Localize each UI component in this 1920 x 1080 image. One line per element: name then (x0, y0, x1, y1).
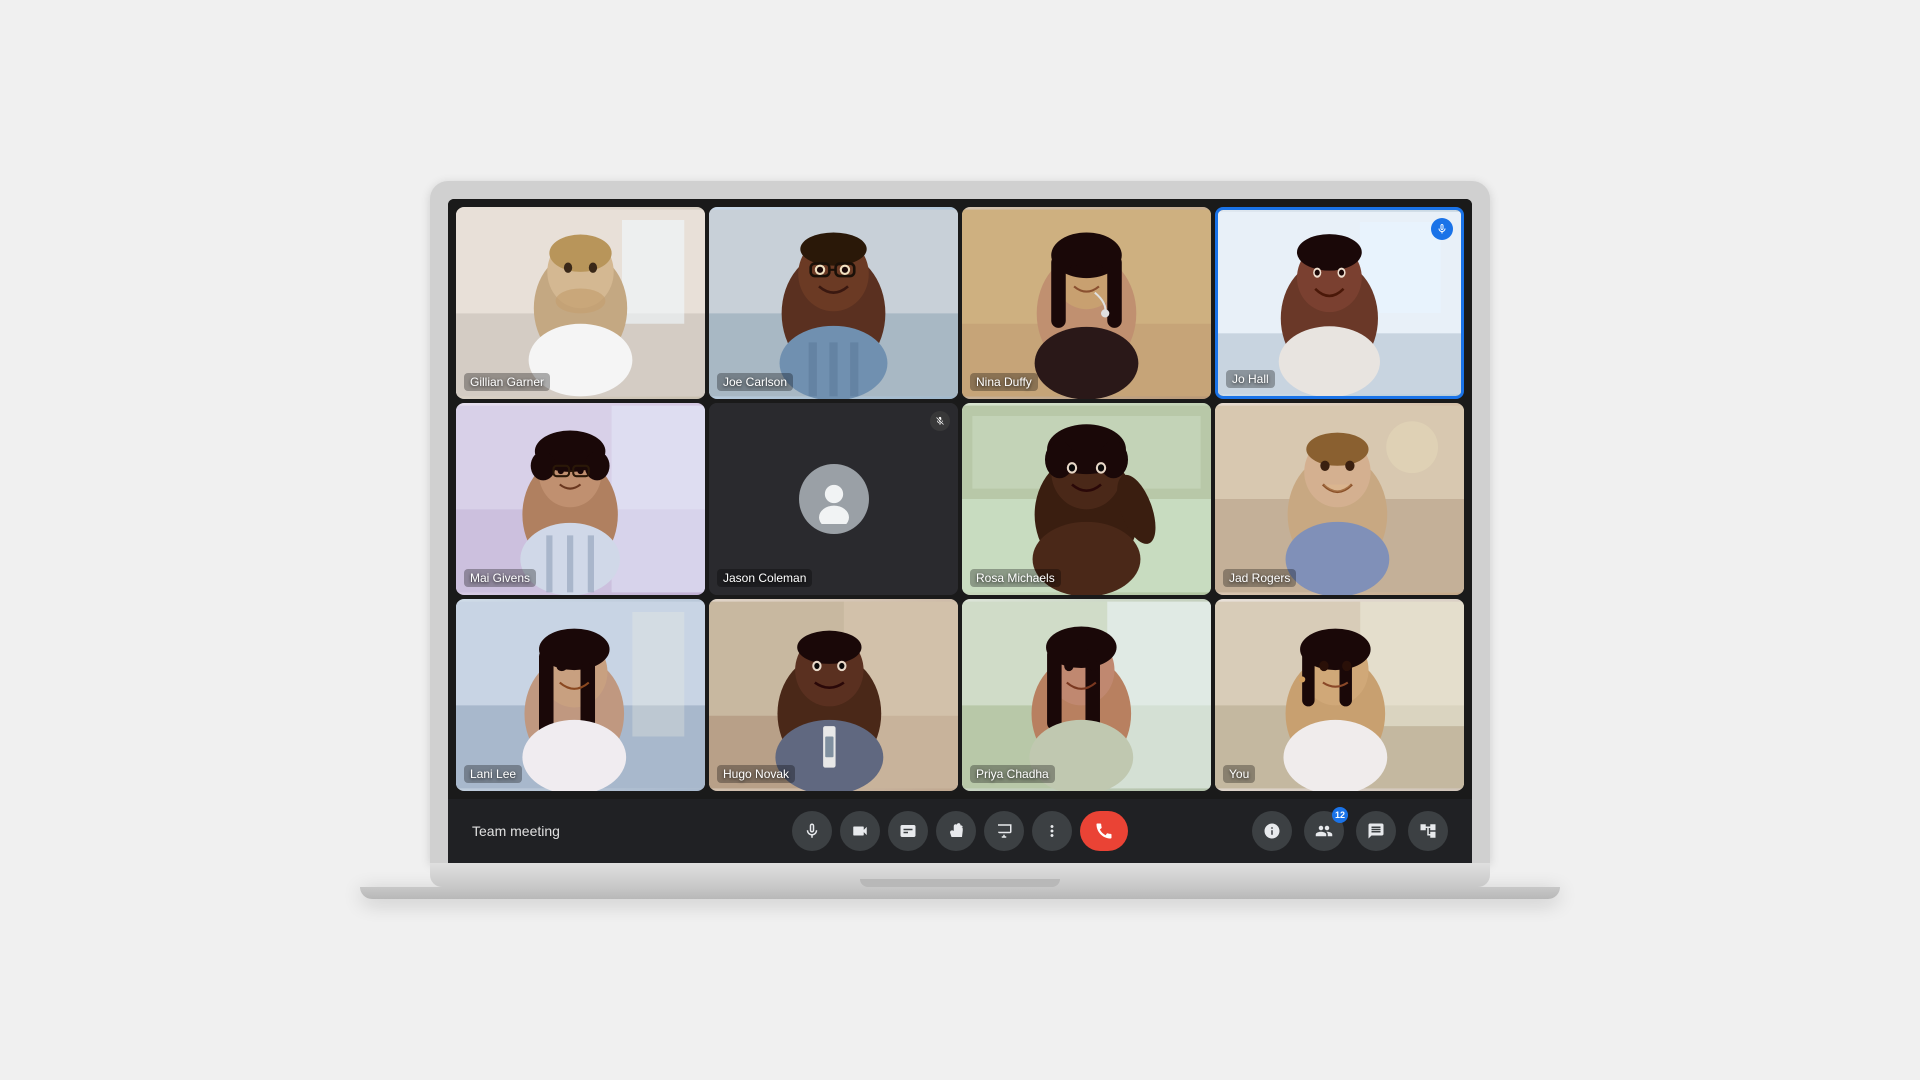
people-button[interactable]: 12 (1304, 811, 1344, 851)
muted-icon-jason (930, 411, 950, 431)
participant-name-priya: Priya Chadha (970, 765, 1055, 783)
activities-button[interactable] (1408, 811, 1448, 851)
avatar-jason (799, 464, 869, 534)
video-tile-mai: Mai Givens (456, 403, 705, 595)
video-tile-you: You (1215, 599, 1464, 791)
toolbar-controls (792, 811, 1128, 851)
laptop-base (430, 863, 1490, 887)
video-tile-priya: Priya Chadha (962, 599, 1211, 791)
participant-name-rosa: Rosa Michaels (970, 569, 1061, 587)
video-tile-rosa: Rosa Michaels (962, 403, 1211, 595)
camera-button[interactable] (840, 811, 880, 851)
laptop-frame: Gillian Garner (410, 181, 1510, 899)
participant-name-gillian: Gillian Garner (464, 373, 550, 391)
participant-video-jad (1215, 403, 1464, 595)
video-tile-jason: Jason Coleman (709, 403, 958, 595)
participant-name-you: You (1223, 765, 1255, 783)
participant-video-gillian (456, 207, 705, 399)
participant-name-mai: Mai Givens (464, 569, 536, 587)
participant-video-priya (962, 599, 1211, 791)
participant-video-joe (709, 207, 958, 399)
raise-hand-button[interactable] (936, 811, 976, 851)
participant-name-joe: Joe Carlson (717, 373, 793, 391)
captions-button[interactable] (888, 811, 928, 851)
info-button[interactable] (1252, 811, 1292, 851)
video-tile-jo: Jo Hall (1215, 207, 1464, 399)
participant-name-jad: Jad Rogers (1223, 569, 1296, 587)
video-tile-nina: Nina Duffy (962, 207, 1211, 399)
more-options-button[interactable] (1032, 811, 1072, 851)
laptop-foot (360, 887, 1560, 899)
video-grid: Gillian Garner (448, 199, 1472, 799)
laptop-screen-bezel: Gillian Garner (430, 181, 1490, 863)
mic-button[interactable] (792, 811, 832, 851)
video-tile-joe: Joe Carlson (709, 207, 958, 399)
participant-video-rosa (962, 403, 1211, 595)
participant-video-jo (1218, 210, 1461, 396)
participant-name-jason: Jason Coleman (717, 569, 812, 587)
chat-button[interactable] (1356, 811, 1396, 851)
toolbar-right-controls: 12 (1248, 811, 1448, 851)
end-call-button[interactable] (1080, 811, 1128, 851)
participant-video-nina (962, 207, 1211, 399)
participant-name-lani: Lani Lee (464, 765, 522, 783)
meeting-title: Team meeting (472, 823, 560, 839)
participant-name-hugo: Hugo Novak (717, 765, 795, 783)
video-tile-gillian: Gillian Garner (456, 207, 705, 399)
video-tile-lani: Lani Lee (456, 599, 705, 791)
participant-name-nina: Nina Duffy (970, 373, 1038, 391)
video-tile-jad: Jad Rogers (1215, 403, 1464, 595)
participant-video-you (1215, 599, 1464, 791)
laptop-screen: Gillian Garner (448, 199, 1472, 863)
meeting-toolbar: Team meeting (448, 799, 1472, 863)
video-tile-hugo: Hugo Novak (709, 599, 958, 791)
participant-video-mai (456, 403, 705, 595)
people-count-badge: 12 (1332, 807, 1348, 823)
meeting-title-section: Team meeting (472, 823, 672, 839)
participant-name-jo: Jo Hall (1226, 370, 1275, 388)
present-button[interactable] (984, 811, 1024, 851)
participant-video-hugo (709, 599, 958, 791)
participant-video-lani (456, 599, 705, 791)
speaking-indicator-jo (1431, 218, 1453, 240)
